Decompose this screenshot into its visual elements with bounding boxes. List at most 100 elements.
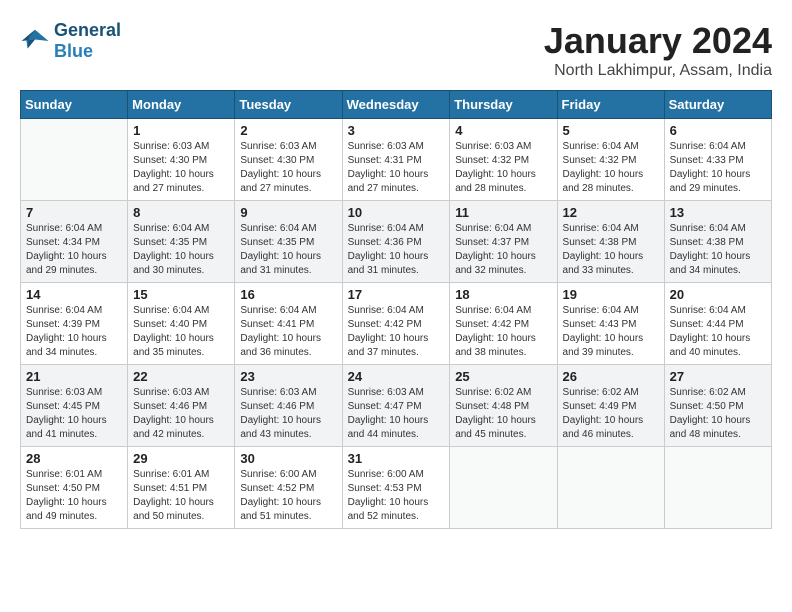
calendar-cell: 18 Sunrise: 6:04 AMSunset: 4:42 PMDayligh…	[450, 283, 557, 365]
calendar-cell: 13 Sunrise: 6:04 AMSunset: 4:38 PMDayligh…	[664, 201, 771, 283]
day-info: Sunrise: 6:03 AMSunset: 4:31 PMDaylight:…	[348, 140, 445, 196]
calendar-cell: 3 Sunrise: 6:03 AMSunset: 4:31 PMDaylight…	[342, 119, 450, 201]
day-number: 22	[133, 369, 229, 384]
calendar-cell: 21Sunrise: 6:03 AMSunset: 4:45 PMDayligh…	[21, 365, 128, 447]
calendar-cell: 9 Sunrise: 6:04 AMSunset: 4:35 PMDaylight…	[235, 201, 342, 283]
location-subtitle: North Lakhimpur, Assam, India	[544, 62, 772, 80]
day-info: Sunrise: 6:02 AMSunset: 4:49 PMDaylight:…	[563, 386, 659, 442]
calendar-week-2: 7 Sunrise: 6:04 AMSunset: 4:34 PMDaylight…	[21, 201, 772, 283]
day-number: 4	[455, 123, 551, 138]
day-number: 13	[670, 205, 766, 220]
calendar-cell: 7 Sunrise: 6:04 AMSunset: 4:34 PMDaylight…	[21, 201, 128, 283]
calendar-cell: 20Sunrise: 6:04 AMSunset: 4:44 PMDayligh…	[664, 283, 771, 365]
calendar-cell: 22 Sunrise: 6:03 AMSunset: 4:46 PMDayligh…	[128, 365, 235, 447]
day-number: 10	[348, 205, 445, 220]
day-info: Sunrise: 6:04 AMSunset: 4:37 PMDaylight:…	[455, 222, 551, 278]
logo-text: General Blue	[54, 20, 121, 62]
day-number: 26	[563, 369, 659, 384]
calendar-cell: 24Sunrise: 6:03 AMSunset: 4:47 PMDayligh…	[342, 365, 450, 447]
calendar-cell: 1Sunrise: 6:03 AMSunset: 4:30 PMDaylight…	[128, 119, 235, 201]
header-monday: Monday	[128, 91, 235, 119]
calendar-cell: 29Sunrise: 6:01 AMSunset: 4:51 PMDayligh…	[128, 447, 235, 529]
day-number: 3	[348, 123, 445, 138]
day-number: 18	[455, 287, 551, 302]
calendar-cell: 4 Sunrise: 6:03 AMSunset: 4:32 PMDaylight…	[450, 119, 557, 201]
calendar-cell: 2 Sunrise: 6:03 AMSunset: 4:30 PMDaylight…	[235, 119, 342, 201]
day-info: Sunrise: 6:01 AMSunset: 4:51 PMDaylight:…	[133, 468, 229, 524]
calendar-cell: 25 Sunrise: 6:02 AMSunset: 4:48 PMDayligh…	[450, 365, 557, 447]
calendar-cell: 19Sunrise: 6:04 AMSunset: 4:43 PMDayligh…	[557, 283, 664, 365]
day-number: 23	[240, 369, 336, 384]
calendar-cell	[21, 119, 128, 201]
day-info: Sunrise: 6:03 AMSunset: 4:47 PMDaylight:…	[348, 386, 445, 442]
day-info: Sunrise: 6:03 AMSunset: 4:45 PMDaylight:…	[26, 386, 122, 442]
day-number: 28	[26, 451, 122, 466]
day-info: Sunrise: 6:03 AMSunset: 4:30 PMDaylight:…	[240, 140, 336, 196]
calendar-cell: 8 Sunrise: 6:04 AMSunset: 4:35 PMDaylight…	[128, 201, 235, 283]
calendar-table: SundayMondayTuesdayWednesdayThursdayFrid…	[20, 90, 772, 529]
day-number: 31	[348, 451, 445, 466]
day-info: Sunrise: 6:03 AMSunset: 4:30 PMDaylight:…	[133, 140, 229, 196]
logo: General Blue	[20, 20, 121, 62]
header-tuesday: Tuesday	[235, 91, 342, 119]
day-info: Sunrise: 6:04 AMSunset: 4:42 PMDaylight:…	[455, 304, 551, 360]
day-number: 14	[26, 287, 122, 302]
day-number: 17	[348, 287, 445, 302]
calendar-cell	[557, 447, 664, 529]
day-info: Sunrise: 6:04 AMSunset: 4:40 PMDaylight:…	[133, 304, 229, 360]
day-info: Sunrise: 6:04 AMSunset: 4:36 PMDaylight:…	[348, 222, 445, 278]
calendar-cell	[450, 447, 557, 529]
day-info: Sunrise: 6:04 AMSunset: 4:41 PMDaylight:…	[240, 304, 336, 360]
day-info: Sunrise: 6:04 AMSunset: 4:35 PMDaylight:…	[133, 222, 229, 278]
calendar-cell: 31 Sunrise: 6:00 AMSunset: 4:53 PMDayligh…	[342, 447, 450, 529]
day-number: 11	[455, 205, 551, 220]
day-number: 25	[455, 369, 551, 384]
day-info: Sunrise: 6:03 AMSunset: 4:32 PMDaylight:…	[455, 140, 551, 196]
header-wednesday: Wednesday	[342, 91, 450, 119]
day-info: Sunrise: 6:02 AMSunset: 4:48 PMDaylight:…	[455, 386, 551, 442]
calendar-cell: 11 Sunrise: 6:04 AMSunset: 4:37 PMDayligh…	[450, 201, 557, 283]
day-number: 15	[133, 287, 229, 302]
calendar-cell: 10 Sunrise: 6:04 AMSunset: 4:36 PMDayligh…	[342, 201, 450, 283]
day-info: Sunrise: 6:04 AMSunset: 4:34 PMDaylight:…	[26, 222, 122, 278]
calendar-week-5: 28 Sunrise: 6:01 AMSunset: 4:50 PMDayligh…	[21, 447, 772, 529]
day-number: 8	[133, 205, 229, 220]
calendar-cell: 16Sunrise: 6:04 AMSunset: 4:41 PMDayligh…	[235, 283, 342, 365]
day-info: Sunrise: 6:03 AMSunset: 4:46 PMDaylight:…	[240, 386, 336, 442]
day-number: 6	[670, 123, 766, 138]
logo-icon	[20, 26, 50, 56]
day-info: Sunrise: 6:04 AMSunset: 4:32 PMDaylight:…	[563, 140, 659, 196]
calendar-cell: 15 Sunrise: 6:04 AMSunset: 4:40 PMDayligh…	[128, 283, 235, 365]
day-number: 9	[240, 205, 336, 220]
day-info: Sunrise: 6:04 AMSunset: 4:42 PMDaylight:…	[348, 304, 445, 360]
day-info: Sunrise: 6:04 AMSunset: 4:39 PMDaylight:…	[26, 304, 122, 360]
day-number: 2	[240, 123, 336, 138]
calendar-header-row: SundayMondayTuesdayWednesdayThursdayFrid…	[21, 91, 772, 119]
day-info: Sunrise: 6:04 AMSunset: 4:38 PMDaylight:…	[670, 222, 766, 278]
day-number: 7	[26, 205, 122, 220]
calendar-week-1: 1Sunrise: 6:03 AMSunset: 4:30 PMDaylight…	[21, 119, 772, 201]
day-number: 20	[670, 287, 766, 302]
day-info: Sunrise: 6:00 AMSunset: 4:52 PMDaylight:…	[240, 468, 336, 524]
calendar-cell: 30Sunrise: 6:00 AMSunset: 4:52 PMDayligh…	[235, 447, 342, 529]
day-info: Sunrise: 6:03 AMSunset: 4:46 PMDaylight:…	[133, 386, 229, 442]
day-number: 12	[563, 205, 659, 220]
day-info: Sunrise: 6:04 AMSunset: 4:43 PMDaylight:…	[563, 304, 659, 360]
day-number: 27	[670, 369, 766, 384]
calendar-cell	[664, 447, 771, 529]
calendar-cell: 26 Sunrise: 6:02 AMSunset: 4:49 PMDayligh…	[557, 365, 664, 447]
calendar-week-3: 14 Sunrise: 6:04 AMSunset: 4:39 PMDayligh…	[21, 283, 772, 365]
calendar-cell: 17 Sunrise: 6:04 AMSunset: 4:42 PMDayligh…	[342, 283, 450, 365]
day-info: Sunrise: 6:01 AMSunset: 4:50 PMDaylight:…	[26, 468, 122, 524]
header-thursday: Thursday	[450, 91, 557, 119]
day-info: Sunrise: 6:04 AMSunset: 4:35 PMDaylight:…	[240, 222, 336, 278]
calendar-cell: 5Sunrise: 6:04 AMSunset: 4:32 PMDaylight…	[557, 119, 664, 201]
calendar-cell: 12Sunrise: 6:04 AMSunset: 4:38 PMDayligh…	[557, 201, 664, 283]
calendar-week-4: 21Sunrise: 6:03 AMSunset: 4:45 PMDayligh…	[21, 365, 772, 447]
page-header: General Blue January 2024 North Lakhimpu…	[20, 20, 772, 80]
calendar-cell: 14 Sunrise: 6:04 AMSunset: 4:39 PMDayligh…	[21, 283, 128, 365]
day-info: Sunrise: 6:00 AMSunset: 4:53 PMDaylight:…	[348, 468, 445, 524]
calendar-cell: 6 Sunrise: 6:04 AMSunset: 4:33 PMDaylight…	[664, 119, 771, 201]
day-info: Sunrise: 6:04 AMSunset: 4:33 PMDaylight:…	[670, 140, 766, 196]
calendar-cell: 23 Sunrise: 6:03 AMSunset: 4:46 PMDayligh…	[235, 365, 342, 447]
